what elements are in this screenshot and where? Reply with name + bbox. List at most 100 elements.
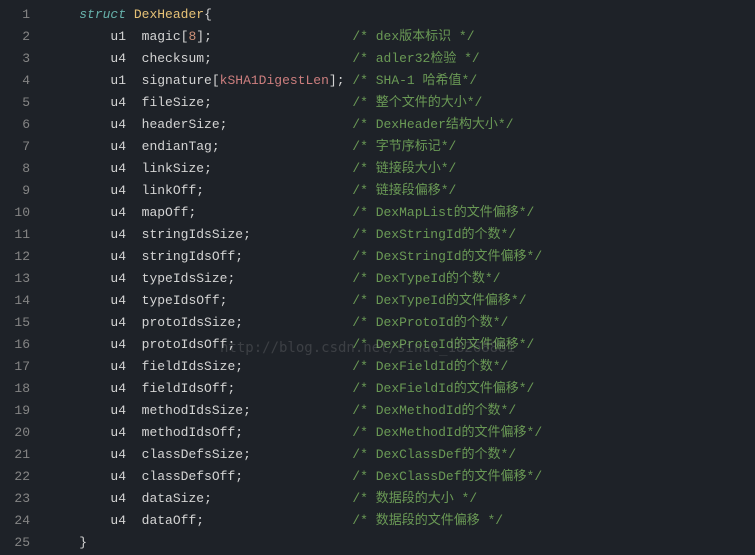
code-line: u4 dataSize; /* 数据段的大小 */: [48, 488, 755, 510]
type-token: u4: [110, 315, 126, 330]
type-token: u1: [110, 73, 126, 88]
line-number: 9: [0, 180, 30, 202]
code-line: u1 signature[kSHA1DigestLen]; /* SHA-1 哈…: [48, 70, 755, 92]
code-content[interactable]: struct DexHeader{ u1 magic[8]; /* dex版本标…: [40, 0, 755, 555]
line-number: 4: [0, 70, 30, 92]
comment: /* 链接段偏移*/: [352, 183, 456, 198]
comment: /* DexMapList的文件偏移*/: [352, 205, 534, 220]
comment: /* DexTypeId的个数*/: [352, 271, 500, 286]
line-number: 15: [0, 312, 30, 334]
type-token: u4: [110, 271, 126, 286]
line-number: 3: [0, 48, 30, 70]
line-number: 18: [0, 378, 30, 400]
close-brace: }: [79, 535, 87, 550]
code-line: u4 mapOff; /* DexMapList的文件偏移*/: [48, 202, 755, 224]
type-token: u4: [110, 95, 126, 110]
comment: /* 数据段的大小 */: [352, 491, 477, 506]
comment: /* DexClassDef的个数*/: [352, 447, 516, 462]
comment: /* SHA-1 哈希值*/: [352, 73, 477, 88]
comment: /* DexClassDef的文件偏移*/: [352, 469, 542, 484]
code-line: u4 checksum; /* adler32检验 */: [48, 48, 755, 70]
comment: /* 链接段大小*/: [352, 161, 456, 176]
line-number: 21: [0, 444, 30, 466]
type-token: u4: [110, 51, 126, 66]
code-line: u4 stringIdsSize; /* DexStringId的个数*/: [48, 224, 755, 246]
type-token: u4: [110, 249, 126, 264]
comment: /* DexFieldId的文件偏移*/: [352, 381, 534, 396]
type-token: u4: [110, 139, 126, 154]
keyword-struct: struct: [79, 7, 126, 22]
line-number: 7: [0, 136, 30, 158]
comment: /* DexHeader结构大小*/: [352, 117, 513, 132]
code-line: u4 methodIdsSize; /* DexMethodId的个数*/: [48, 400, 755, 422]
line-number: 16: [0, 334, 30, 356]
line-number: 22: [0, 466, 30, 488]
comment: /* DexFieldId的个数*/: [352, 359, 508, 374]
type-token: u4: [110, 117, 126, 132]
code-line: u4 endianTag; /* 字节序标记*/: [48, 136, 755, 158]
line-number: 17: [0, 356, 30, 378]
code-line: u4 fileSize; /* 整个文件的大小*/: [48, 92, 755, 114]
comment: /* DexTypeId的文件偏移*/: [352, 293, 526, 308]
code-line: u4 protoIdsSize; /* DexProtoId的个数*/: [48, 312, 755, 334]
type-token: u4: [110, 381, 126, 396]
type-token: u4: [110, 183, 126, 198]
code-line: u4 dataOff; /* 数据段的文件偏移 */: [48, 510, 755, 532]
comment: /* DexMethodId的个数*/: [352, 403, 516, 418]
code-line: u4 linkOff; /* 链接段偏移*/: [48, 180, 755, 202]
type-name: DexHeader: [134, 7, 204, 22]
line-number: 14: [0, 290, 30, 312]
comment: /* 数据段的文件偏移 */: [352, 513, 503, 528]
line-number: 23: [0, 488, 30, 510]
line-number-gutter: 1234567891011121314151617181920212223242…: [0, 0, 40, 555]
type-token: u4: [110, 205, 126, 220]
code-line: struct DexHeader{: [48, 4, 755, 26]
line-number: 2: [0, 26, 30, 48]
comment: /* 整个文件的大小*/: [352, 95, 482, 110]
line-number: 12: [0, 246, 30, 268]
code-line: u4 headerSize; /* DexHeader结构大小*/: [48, 114, 755, 136]
code-line: u4 typeIdsSize; /* DexTypeId的个数*/: [48, 268, 755, 290]
type-token: u1: [110, 29, 126, 44]
type-token: u4: [110, 227, 126, 242]
comment: /* DexProtoId的文件偏移*/: [352, 337, 534, 352]
comment: /* dex版本标识 */: [352, 29, 474, 44]
line-number: 13: [0, 268, 30, 290]
code-line: u4 methodIdsOff; /* DexMethodId的文件偏移*/: [48, 422, 755, 444]
line-number: 25: [0, 532, 30, 554]
type-token: u4: [110, 403, 126, 418]
code-line: u4 fieldIdsSize; /* DexFieldId的个数*/: [48, 356, 755, 378]
type-token: u4: [110, 337, 126, 352]
code-line: u4 stringIdsOff; /* DexStringId的文件偏移*/: [48, 246, 755, 268]
comment: /* adler32检验 */: [352, 51, 479, 66]
comment: /* DexStringId的个数*/: [352, 227, 516, 242]
line-number: 20: [0, 422, 30, 444]
type-token: u4: [110, 161, 126, 176]
line-number: 11: [0, 224, 30, 246]
code-line: u4 classDefsOff; /* DexClassDef的文件偏移*/: [48, 466, 755, 488]
type-token: u4: [110, 293, 126, 308]
type-token: u4: [110, 513, 126, 528]
line-number: 10: [0, 202, 30, 224]
code-line: u4 protoIdsOff; /* DexProtoId的文件偏移*/: [48, 334, 755, 356]
line-number: 8: [0, 158, 30, 180]
type-token: u4: [110, 425, 126, 440]
type-token: u4: [110, 359, 126, 374]
line-number: 6: [0, 114, 30, 136]
type-token: u4: [110, 491, 126, 506]
comment: /* 字节序标记*/: [352, 139, 456, 154]
code-line: u1 magic[8]; /* dex版本标识 */: [48, 26, 755, 48]
line-number: 19: [0, 400, 30, 422]
code-line: u4 typeIdsOff; /* DexTypeId的文件偏移*/: [48, 290, 755, 312]
type-token: u4: [110, 447, 126, 462]
comment: /* DexMethodId的文件偏移*/: [352, 425, 542, 440]
comment: /* DexStringId的文件偏移*/: [352, 249, 542, 264]
comment: /* DexProtoId的个数*/: [352, 315, 508, 330]
line-number: 5: [0, 92, 30, 114]
line-number: 24: [0, 510, 30, 532]
code-line: u4 classDefsSize; /* DexClassDef的个数*/: [48, 444, 755, 466]
type-token: u4: [110, 469, 126, 484]
code-editor: 1234567891011121314151617181920212223242…: [0, 0, 755, 555]
code-line: u4 fieldIdsOff; /* DexFieldId的文件偏移*/: [48, 378, 755, 400]
code-line: }: [48, 532, 755, 554]
